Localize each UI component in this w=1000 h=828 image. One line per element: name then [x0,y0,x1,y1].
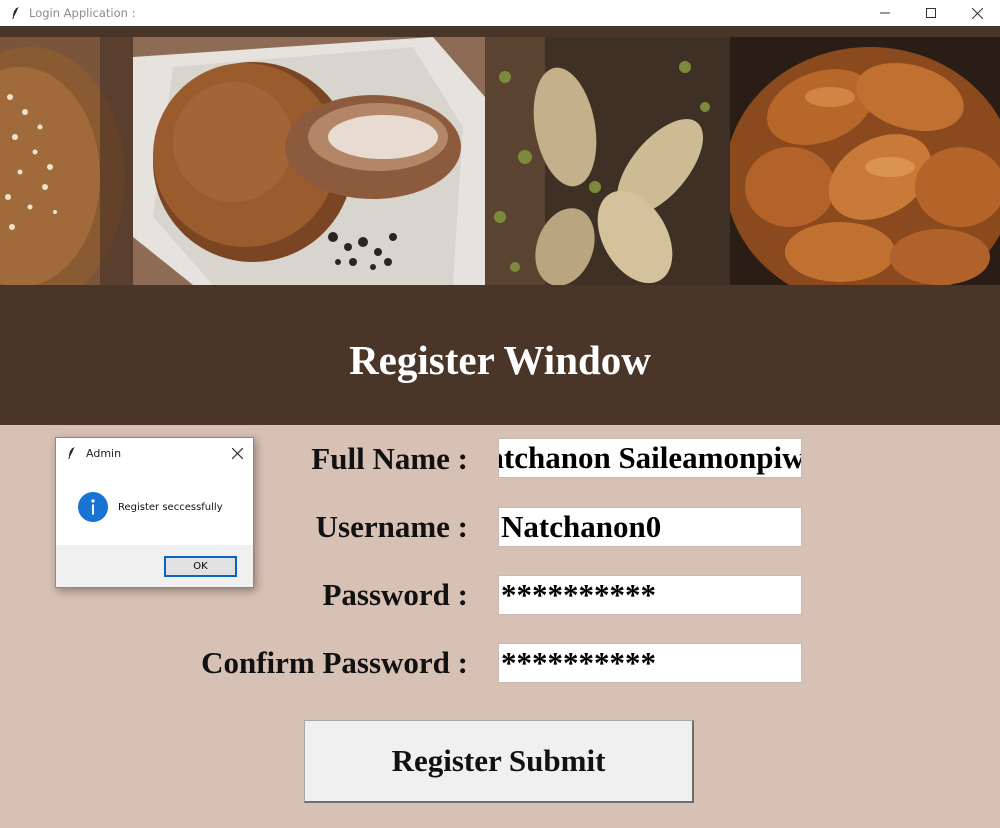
confirm-password-input[interactable]: ********** [498,643,802,683]
dialog-message: Register seccessfully [118,501,223,513]
register-submit-button[interactable]: Register Submit [304,720,694,803]
bread-panel-braided [730,37,1000,285]
dialog-title: Admin [86,446,122,460]
maximize-button[interactable] [908,0,954,26]
window-title: Login Application : [29,6,136,20]
info-icon [78,492,108,522]
ok-button[interactable]: OK [164,556,237,577]
close-icon [231,447,243,459]
fullname-input[interactable]: Natchanon Saileamonpiwat0 [498,438,802,478]
window-titlebar: Login Application : [0,0,1000,26]
dialog-body: Register seccessfully [56,468,253,546]
admin-dialog: Admin Register seccessfully OK [55,437,254,588]
bread-panel-wheat [485,37,730,285]
feather-icon [10,6,22,20]
password-input[interactable]: ********** [498,575,802,615]
minimize-icon [880,12,890,14]
dialog-footer: OK [56,545,253,587]
maximize-icon [926,8,936,18]
bread-panel-round [133,37,485,285]
page-title: Register Window [349,337,651,383]
banner-top-strip [0,26,1000,37]
bread-banner-image [0,37,1000,285]
close-icon [971,7,983,19]
feather-icon [66,446,78,460]
bread-panel-seeded [0,37,133,285]
username-input[interactable]: Natchanon0 [498,507,802,547]
dialog-close-button[interactable] [229,445,245,461]
confirm-password-label: Confirm Password : [201,645,468,680]
close-window-button[interactable] [954,0,1000,26]
dialog-titlebar: Admin [56,438,253,468]
minimize-button[interactable] [862,0,908,26]
